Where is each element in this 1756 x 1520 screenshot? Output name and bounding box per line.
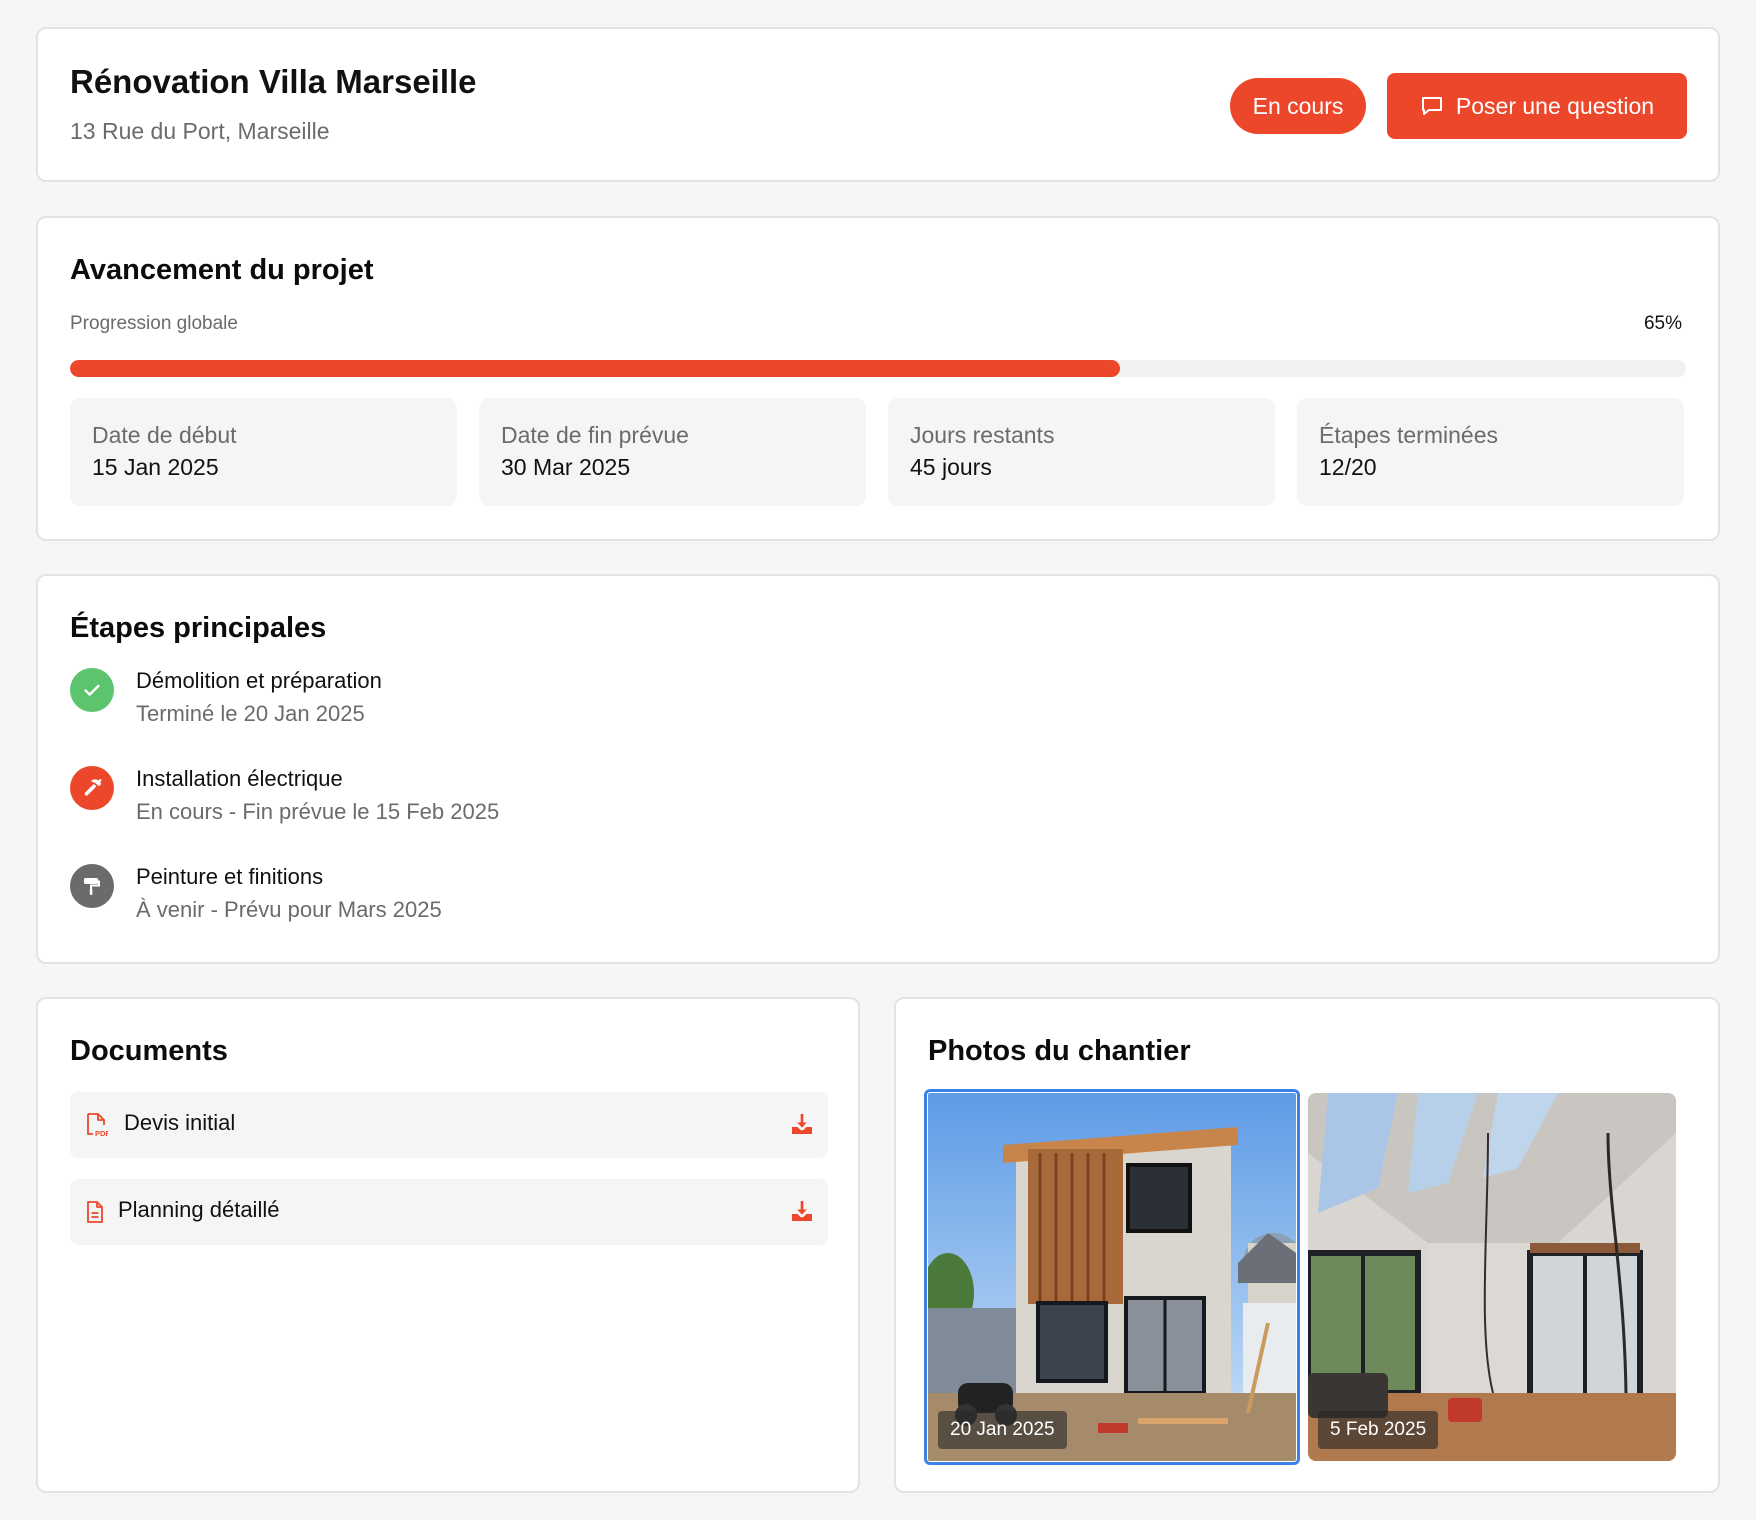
download-icon[interactable]	[790, 1199, 814, 1223]
paint-roller-icon	[70, 864, 114, 908]
document-row[interactable]: PDF Devis initial	[70, 1092, 828, 1158]
hammer-icon	[70, 766, 114, 810]
document-file-icon	[87, 1201, 103, 1223]
main-steps-card: Étapes principales Démolition et prépara…	[36, 574, 1720, 964]
project-title: Rénovation Villa Marseille	[70, 63, 477, 100]
step-subtitle: Terminé le 20 Jan 2025	[136, 701, 365, 726]
step-title: Peinture et finitions	[136, 864, 324, 889]
progress-heading: Avancement du projet	[70, 254, 374, 286]
step-subtitle: À venir - Prévu pour Mars 2025	[136, 897, 442, 922]
photos-heading: Photos du chantier	[928, 1035, 1191, 1067]
stat-end-date: Date de fin prévue 30 Mar 2025	[479, 398, 866, 506]
ask-question-label: Poser une question	[1455, 92, 1655, 119]
documents-card: Documents PDF Devis initial Planning dét…	[36, 997, 860, 1493]
document-row[interactable]: Planning détaillé	[70, 1179, 828, 1245]
stat-label: Date de fin prévue	[501, 422, 689, 448]
document-name: Devis initial	[124, 1110, 236, 1135]
stat-label: Jours restants	[910, 422, 1055, 448]
photo-date: 5 Feb 2025	[1318, 1411, 1439, 1449]
svg-text:PDF: PDF	[95, 1129, 108, 1138]
stat-remaining-days: Jours restants 45 jours	[888, 398, 1275, 506]
documents-heading: Documents	[70, 1035, 228, 1067]
progress-bar	[70, 360, 1686, 377]
project-address: 13 Rue du Port, Marseille	[70, 118, 330, 144]
progress-percent: 65%	[1643, 313, 1682, 334]
progress-bar-fill	[70, 360, 1121, 377]
site-photo-interior[interactable]: 5 Feb 2025	[1308, 1093, 1676, 1461]
status-badge: En cours	[1230, 78, 1366, 134]
document-name: Planning détaillé	[118, 1197, 280, 1222]
site-photos-card: Photos du chantier 20 Jan 2025 5 Feb 202…	[894, 997, 1720, 1493]
steps-heading: Étapes principales	[70, 612, 327, 644]
project-header-card: Rénovation Villa Marseille 13 Rue du Por…	[36, 27, 1720, 182]
house-exterior-image	[928, 1093, 1296, 1461]
stat-value: 12/20	[1319, 454, 1377, 480]
stat-label: Date de début	[92, 422, 237, 448]
stat-label: Étapes terminées	[1319, 422, 1498, 448]
check-icon	[70, 668, 114, 712]
step-item: Peinture et finitions À venir - Prévu po…	[70, 864, 870, 934]
stat-value: 45 jours	[910, 454, 992, 480]
progress-label: Progression globale	[70, 313, 238, 334]
ask-question-button[interactable]: Poser une question	[1387, 73, 1687, 139]
download-icon[interactable]	[790, 1112, 814, 1136]
step-item: Installation électrique En cours - Fin p…	[70, 766, 870, 836]
site-photo-exterior[interactable]: 20 Jan 2025	[924, 1089, 1300, 1465]
step-title: Installation électrique	[136, 766, 343, 791]
interior-room-image	[1308, 1093, 1676, 1461]
stat-completed-steps: Étapes terminées 12/20	[1297, 398, 1684, 506]
stat-value: 30 Mar 2025	[501, 454, 631, 480]
step-title: Démolition et préparation	[136, 668, 382, 693]
photo-date: 20 Jan 2025	[938, 1411, 1067, 1449]
stat-start-date: Date de début 15 Jan 2025	[70, 398, 457, 506]
step-item: Démolition et préparation Terminé le 20 …	[70, 668, 870, 738]
step-subtitle: En cours - Fin prévue le 15 Feb 2025	[136, 799, 500, 824]
stat-value: 15 Jan 2025	[92, 454, 219, 480]
chat-bubble-icon	[1421, 97, 1442, 115]
project-progress-card: Avancement du projet Progression globale…	[36, 216, 1720, 541]
pdf-file-icon: PDF	[87, 1113, 108, 1138]
